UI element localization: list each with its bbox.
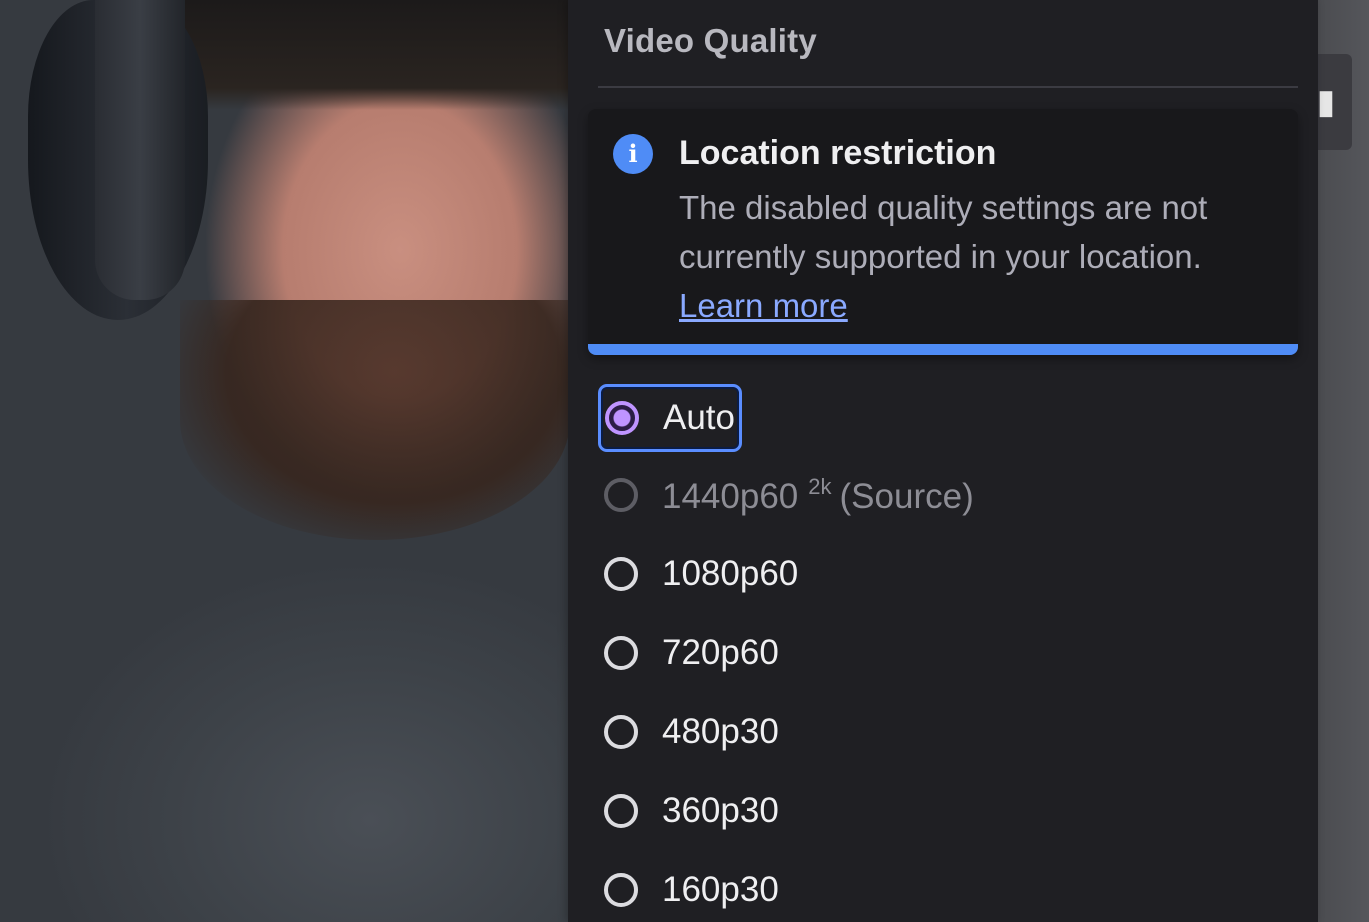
quality-label: 360p30 (662, 791, 779, 830)
notice-body-text: The disabled quality settings are not cu… (679, 189, 1208, 275)
video-quality-panel: Video Quality i Location restriction The… (568, 0, 1318, 922)
divider (598, 86, 1298, 88)
learn-more-link[interactable]: Learn more (679, 287, 848, 324)
settings-partial-icon: ▮ (1316, 83, 1336, 121)
panel-title: Video Quality (604, 22, 817, 59)
quality-label: 480p30 (662, 712, 779, 751)
quality-option-1440p60: 1440p60 2k (Source) (598, 464, 974, 526)
location-restriction-notice: i Location restriction The disabled qual… (588, 109, 1298, 355)
quality-option-auto[interactable]: Auto (598, 384, 742, 452)
quality-label: 1440p60 2k (Source) (662, 474, 974, 517)
radio-icon[interactable] (604, 794, 638, 828)
quality-option-360p30[interactable]: 360p30 (598, 780, 779, 842)
notice-accent-bar (588, 344, 1298, 355)
notice-title: Location restriction (679, 134, 997, 172)
quality-label: 160p30 (662, 870, 779, 909)
radio-icon[interactable] (604, 715, 638, 749)
quality-label: 720p60 (662, 633, 779, 672)
quality-label: Auto (663, 398, 735, 437)
video-hair-region (160, 0, 570, 110)
quality-label: 1080p60 (662, 554, 799, 593)
video-headphone-band-region (95, 0, 185, 300)
quality-option-160p30[interactable]: 160p30 (598, 859, 779, 921)
radio-icon[interactable] (604, 636, 638, 670)
notice-body: The disabled quality settings are not cu… (679, 183, 1239, 330)
radio-icon[interactable] (604, 557, 638, 591)
quality-option-1080p60[interactable]: 1080p60 (598, 543, 798, 605)
video-face-region (180, 300, 570, 540)
quality-option-480p30[interactable]: 480p30 (598, 701, 779, 763)
radio-icon[interactable] (604, 873, 638, 907)
stream-player: ▮ Video Quality i Location restriction T… (0, 0, 1369, 922)
quality-suffix: (Source) (839, 476, 974, 516)
radio-selected-icon[interactable] (605, 401, 639, 435)
quality-option-720p60[interactable]: 720p60 (598, 622, 779, 684)
info-icon: i (613, 134, 653, 174)
quality-label-text: 1440p60 (662, 476, 799, 516)
radio-disabled-icon (604, 478, 638, 512)
quality-badge: 2k (808, 473, 832, 499)
